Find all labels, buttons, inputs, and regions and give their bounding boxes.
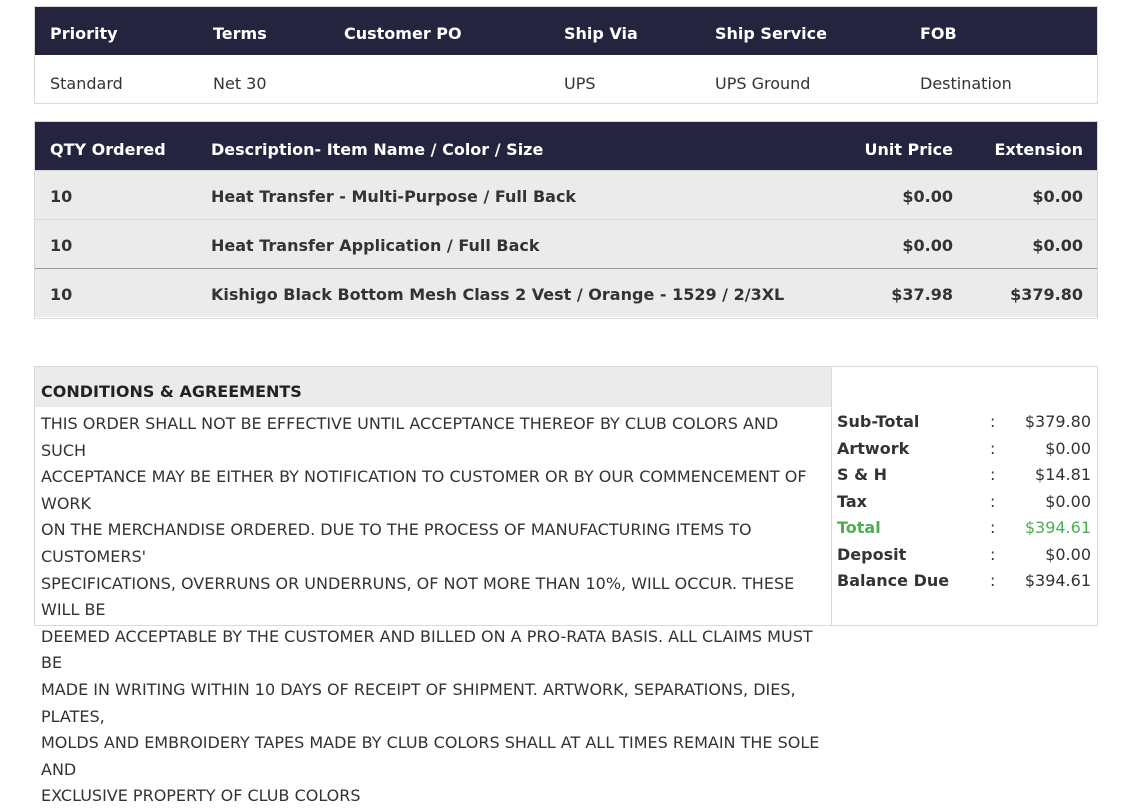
conditions-line: EXCLUSIVE PROPERTY OF CLUB COLORS	[41, 786, 361, 806]
row-extension: $0.00	[1032, 187, 1083, 206]
tax-label: Tax	[837, 491, 867, 511]
header-priority: Priority	[50, 24, 118, 43]
row-qty: 10	[50, 187, 73, 206]
conditions-line: ON THE MERCHANDISE ORDERED. DUE TO THE P…	[41, 520, 752, 566]
conditions-line: ACCEPTANCE MAY BE EITHER BY NOTIFICATION…	[41, 467, 807, 513]
subtotal-row: Sub-Total : $379.80	[832, 412, 1097, 438]
table-row: 10 Heat Transfer Application / Full Back…	[35, 219, 1097, 268]
value-priority: Standard	[50, 74, 123, 93]
conditions-title: CONDITIONS & AGREEMENTS	[35, 367, 831, 407]
value-terms: Net 30	[213, 74, 267, 93]
artwork-row: Artwork : $0.00	[832, 439, 1097, 465]
value-ship-service: UPS Ground	[715, 74, 811, 93]
shipping-header-row: Priority Terms Customer PO Ship Via Ship…	[35, 7, 1097, 55]
balance-due-label: Balance Due	[837, 571, 950, 590]
conditions-line: THIS ORDER SHALL NOT BE EFFECTIVE UNTIL …	[41, 414, 779, 460]
header-fob: FOB	[920, 24, 957, 43]
balance-due-row: Balance Due : $394.61	[832, 571, 1097, 597]
row-extension: $379.80	[1010, 285, 1083, 304]
shipping-value-row: Standard Net 30 UPS UPS Ground Destinati…	[35, 55, 1097, 103]
items-header-row: QTY Ordered Description- Item Name / Col…	[35, 122, 1097, 170]
header-unit-price: Unit Price	[864, 140, 953, 159]
row-qty: 10	[50, 236, 73, 255]
separator: :	[990, 491, 996, 511]
table-row: 10 Kishigo Black Bottom Mesh Class 2 Ves…	[35, 268, 1097, 317]
row-description: Heat Transfer Application / Full Back	[211, 236, 540, 255]
conditions-panel: CONDITIONS & AGREEMENTS THIS ORDER SHALL…	[34, 366, 832, 805]
total-row: Total : $394.61	[832, 518, 1097, 544]
row-qty: 10	[50, 285, 73, 304]
row-unit-price: $0.00	[902, 187, 953, 206]
header-description: Description- Item Name / Color / Size	[211, 140, 544, 159]
value-ship-via: UPS	[564, 74, 596, 93]
separator: :	[990, 544, 996, 564]
conditions-text: THIS ORDER SHALL NOT BE EFFECTIVE UNTIL …	[41, 411, 821, 810]
line-items-table: QTY Ordered Description- Item Name / Col…	[34, 121, 1098, 319]
header-qty-ordered: QTY Ordered	[50, 140, 166, 159]
subtotal-value: $379.80	[1024, 412, 1091, 431]
tax-value: $0.00	[1045, 491, 1091, 511]
row-unit-price: $37.98	[891, 285, 953, 304]
shipping-handling-row: S & H : $14.81	[832, 465, 1097, 491]
header-ship-service: Ship Service	[715, 24, 827, 43]
header-customer-po: Customer PO	[344, 24, 462, 43]
separator: :	[990, 465, 996, 484]
balance-due-value: $394.61	[1024, 571, 1091, 590]
totals-panel: Sub-Total : $379.80 Artwork : $0.00 S & …	[832, 366, 1098, 626]
deposit-label: Deposit	[837, 544, 907, 564]
total-value: $394.61	[1024, 518, 1091, 537]
conditions-line: SPECIFICATIONS, OVERRUNS OR UNDERRUNS, O…	[41, 573, 795, 620]
table-row: 10 Heat Transfer - Multi-Purpose / Full …	[35, 170, 1097, 219]
value-fob: Destination	[920, 74, 1012, 93]
artwork-value: $0.00	[1045, 438, 1091, 458]
deposit-row: Deposit : $0.00	[832, 545, 1097, 571]
header-extension: Extension	[994, 140, 1083, 159]
shipping-handling-value: $14.81	[1035, 465, 1091, 484]
header-ship-via: Ship Via	[564, 24, 638, 43]
conditions-line: DEEMED ACCEPTABLE BY THE CUSTOMER AND BI…	[41, 626, 813, 673]
separator: :	[990, 518, 996, 537]
row-description: Kishigo Black Bottom Mesh Class 2 Vest /…	[211, 285, 785, 304]
header-terms: Terms	[213, 24, 267, 43]
conditions-line: MOLDS AND EMBROIDERY TAPES MADE BY CLUB …	[41, 733, 820, 779]
separator: :	[990, 571, 996, 590]
artwork-label: Artwork	[837, 438, 910, 458]
total-label: Total	[837, 518, 881, 537]
separator: :	[990, 412, 996, 431]
row-description: Heat Transfer - Multi-Purpose / Full Bac…	[211, 187, 577, 206]
shipping-info-table: Priority Terms Customer PO Ship Via Ship…	[34, 6, 1098, 104]
row-extension: $0.00	[1032, 236, 1083, 255]
shipping-handling-label: S & H	[837, 465, 888, 484]
subtotal-label: Sub-Total	[837, 412, 920, 431]
deposit-value: $0.00	[1045, 544, 1091, 564]
conditions-line: MADE IN WRITING WITHIN 10 DAYS OF RECEIP…	[41, 679, 796, 726]
tax-row: Tax : $0.00	[832, 492, 1097, 518]
separator: :	[990, 438, 996, 458]
row-unit-price: $0.00	[902, 236, 953, 255]
